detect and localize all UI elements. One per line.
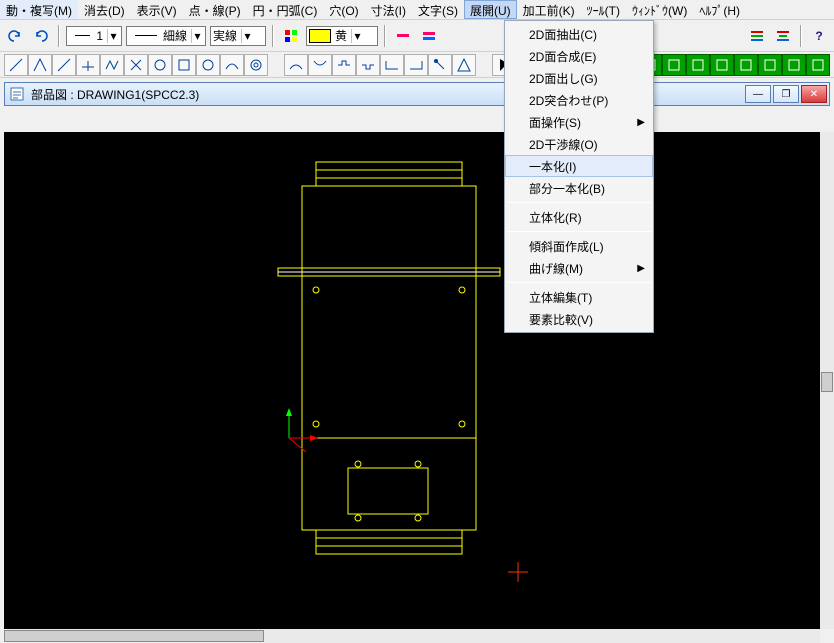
menu-item-9[interactable]: 加工前(K) [517,0,581,19]
menu-item-0[interactable]: 動・複写(M) [0,0,78,19]
process-tool-8[interactable] [806,54,830,76]
process-tool-5[interactable] [734,54,758,76]
chevron-down-icon: ▾ [351,29,363,43]
menu-item-2[interactable]: 表示(V) [131,0,183,19]
vertical-scrollbar[interactable] [820,132,834,629]
draw-tool-8[interactable] [196,54,220,76]
drawing-canvas[interactable] [4,132,820,629]
draw-tool-2[interactable] [52,54,76,76]
separator [800,25,802,47]
document-title: 部品図 : DRAWING1(SPCC2.3) [31,86,199,103]
menu-item-1[interactable]: 2D面合成(E) [505,45,653,67]
redo-icon[interactable] [30,25,52,47]
draw-tool-6[interactable] [148,54,172,76]
menu-item-12[interactable]: ﾍﾙﾌﾟ(H) [693,0,746,19]
menu-item-5[interactable]: 穴(O) [323,0,364,19]
menu-item-12[interactable]: 曲げ線(M)▶ [505,257,653,279]
menu-item-15[interactable]: 要素比較(V) [505,308,653,330]
dim-tool-6[interactable] [428,54,452,76]
menu-item-11[interactable]: 傾斜面作成(L) [505,235,653,257]
dim-tool-2[interactable] [332,54,356,76]
draw-tool-9[interactable] [220,54,244,76]
draw-tool-5[interactable] [124,54,148,76]
linepattern-combo[interactable]: 細線 ▾ [126,26,206,46]
submenu-arrow-icon: ▶ [637,117,645,128]
dim-tool-7[interactable] [452,54,476,76]
dim-tool-3[interactable] [356,54,380,76]
layer1-icon[interactable] [392,25,414,47]
document-titlebar: 部品図 : DRAWING1(SPCC2.3) — ❐ ✕ [4,82,830,106]
toolbar-2 [0,52,834,78]
dim-tool-5[interactable] [404,54,428,76]
menu-item-2[interactable]: 2D面出し(G) [505,67,653,89]
menu-item-7[interactable]: 部分一本化(B) [505,177,653,199]
menu-separator [507,282,651,283]
draw-tool-4[interactable] [100,54,124,76]
scroll-thumb[interactable] [4,630,264,642]
maximize-button[interactable]: ❐ [773,85,799,103]
toolbar-1: 1 ▾ 細線 ▾ 実線 ▾ 黄 ▾ ? [0,20,834,52]
linewidth-combo[interactable]: 1 ▾ [66,26,122,46]
separator [272,25,274,47]
align1-icon[interactable] [746,25,768,47]
chevron-down-icon: ▾ [107,29,119,43]
linepattern-value: 細線 [163,27,187,44]
scroll-thumb[interactable] [821,372,833,392]
menu-item-3[interactable]: 2D突合わせ(P) [505,89,653,111]
menu-item-10[interactable]: ﾂｰﾙ(T) [581,0,626,19]
draw-tool-7[interactable] [172,54,196,76]
menu-item-6[interactable]: 寸法(I) [365,0,412,19]
draw-tool-3[interactable] [76,54,100,76]
dim-tool-0[interactable] [284,54,308,76]
menu-item-1[interactable]: 消去(D) [78,0,131,19]
chevron-down-icon: ▾ [241,29,253,43]
separator [58,25,60,47]
close-button[interactable]: ✕ [801,85,827,103]
process-tool-3[interactable] [686,54,710,76]
dim-tool-4[interactable] [380,54,404,76]
menu-item-5[interactable]: 2D干渉線(O) [505,133,653,155]
help-icon[interactable]: ? [808,25,830,47]
undo-icon[interactable] [4,25,26,47]
menu-bar: 動・複写(M)消去(D)表示(V)点・線(P)円・円弧(C)穴(O)寸法(I)文… [0,0,834,20]
draw-tool-10[interactable] [244,54,268,76]
menu-separator [507,202,651,203]
palette-icon[interactable] [280,25,302,47]
submenu-arrow-icon: ▶ [637,263,645,274]
linestyle-value: 実線 [213,27,237,44]
minimize-button[interactable]: — [745,85,771,103]
horizontal-scrollbar[interactable] [4,629,820,643]
dim-tool-1[interactable] [308,54,332,76]
color-combo[interactable]: 黄 ▾ [306,26,378,46]
menu-item-0[interactable]: 2D面抽出(C) [505,23,653,45]
menu-item-3[interactable]: 点・線(P) [183,0,247,19]
linewidth-value: 1 [96,29,103,43]
layer2-icon[interactable] [418,25,440,47]
document-icon [9,86,25,102]
linestyle-combo[interactable]: 実線 ▾ [210,26,266,46]
menu-item-9[interactable]: 立体化(R) [505,206,653,228]
draw-tool-0[interactable] [4,54,28,76]
menu-dropdown-tenkai: 2D面抽出(C)2D面合成(E)2D面出し(G)2D突合わせ(P)面操作(S)▶… [504,20,654,333]
menu-separator [507,231,651,232]
menu-item-14[interactable]: 立体編集(T) [505,286,653,308]
menu-item-4[interactable]: 円・円弧(C) [247,0,324,19]
process-tool-4[interactable] [710,54,734,76]
align2-icon[interactable] [772,25,794,47]
menu-item-6[interactable]: 一本化(I) [505,155,653,177]
menu-item-8[interactable]: 展開(U) [464,0,517,19]
color-label: 黄 [335,27,347,44]
separator [384,25,386,47]
menu-item-7[interactable]: 文字(S) [412,0,464,19]
drawing-svg [4,132,820,629]
process-tool-7[interactable] [782,54,806,76]
color-swatch [309,29,331,43]
process-tool-6[interactable] [758,54,782,76]
chevron-down-icon: ▾ [191,29,203,43]
draw-tool-1[interactable] [28,54,52,76]
menu-item-4[interactable]: 面操作(S)▶ [505,111,653,133]
menu-item-11[interactable]: ｳｨﾝﾄﾞｳ(W) [626,0,693,19]
process-tool-2[interactable] [662,54,686,76]
